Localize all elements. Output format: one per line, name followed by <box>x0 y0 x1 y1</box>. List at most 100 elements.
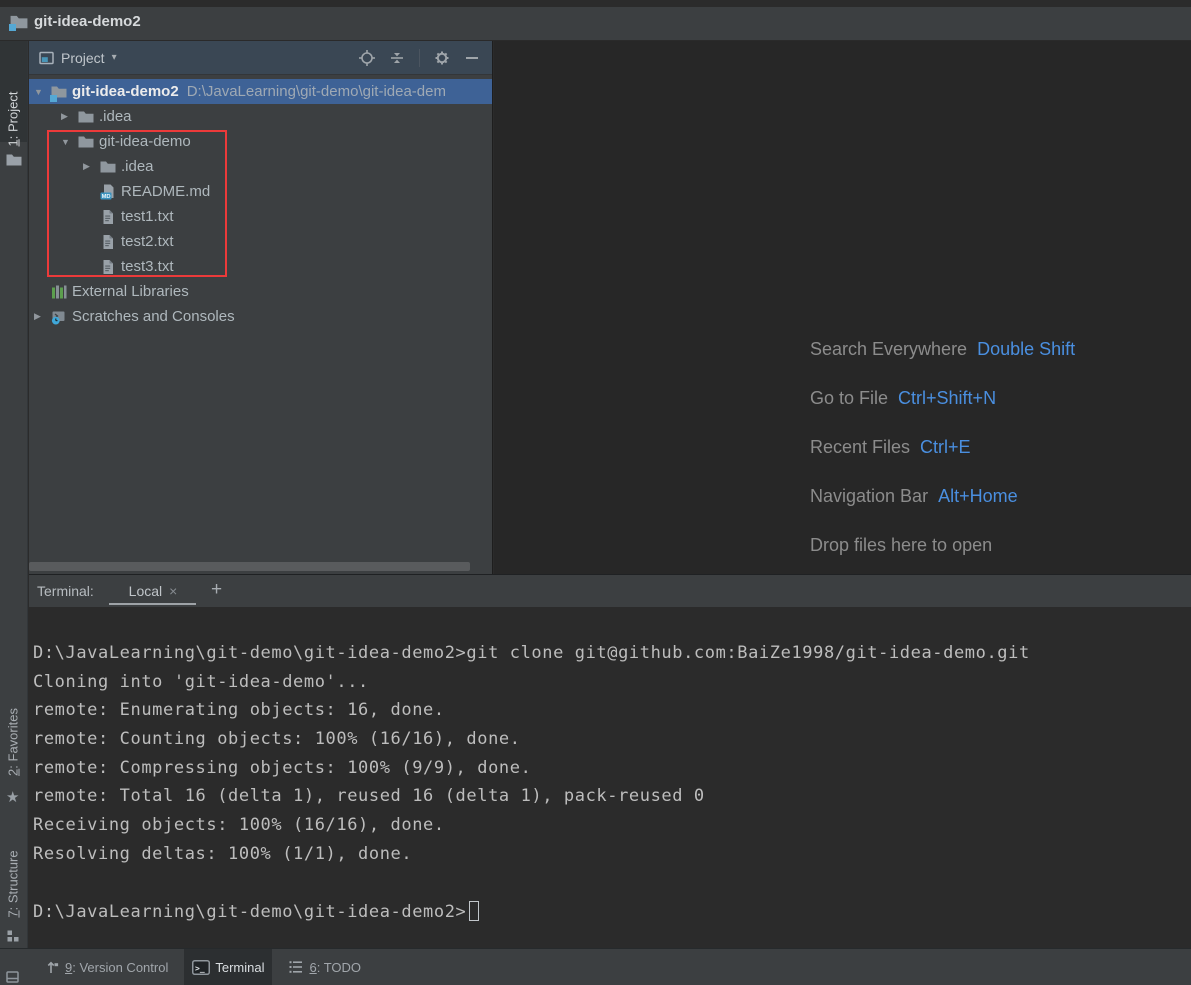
tree-row[interactable]: ▶ Scratches and Consoles <box>29 304 492 329</box>
branch-icon <box>46 959 60 975</box>
window-top-strip <box>0 0 1191 7</box>
terminal-tab-local[interactable]: Local × <box>110 583 196 599</box>
tree-item-label: test1.txt <box>121 208 174 225</box>
text-file-icon <box>100 234 116 250</box>
chevron-collapsed-icon[interactable]: ▶ <box>58 111 78 122</box>
tree-row[interactable]: test3.txt <box>29 254 492 279</box>
terminal-line: Cloning into 'git-idea-demo'... <box>33 672 1191 701</box>
terminal-tab-label: Local <box>129 583 162 599</box>
tool-window-stripe: 1: Project 2: Favorites ★ 7: Structure <box>0 41 28 948</box>
stripe-project-label: 1: Project <box>6 92 21 147</box>
chevron-expanded-icon[interactable]: ▼ <box>31 87 51 97</box>
tree-row[interactable]: test1.txt <box>29 204 492 229</box>
chevron-collapsed-icon[interactable]: ▶ <box>31 311 51 322</box>
tree-row[interactable]: ▶ .idea <box>29 104 492 129</box>
project-badge <box>9 24 16 31</box>
tree-item-label: .idea <box>99 108 132 125</box>
terminal-line: Resolving deltas: 100% (1/1), done. <box>33 844 1191 873</box>
shortcut-hint: Navigation BarAlt+Home <box>810 472 1075 521</box>
editor-shortcut-hints: Search EverywhereDouble Shift Go to File… <box>810 325 1075 570</box>
tree-item-label: test3.txt <box>121 258 174 275</box>
terminal-tab-underline <box>109 603 196 605</box>
project-tool-window: Project ▾ ▼ git-idea-demo2 <box>29 41 493 574</box>
project-folder-icon <box>10 14 28 29</box>
scratches-icon <box>51 309 67 325</box>
terminal-line: remote: Compressing objects: 100% (9/9),… <box>33 758 1191 787</box>
tree-item-label: .idea <box>121 158 154 175</box>
terminal-tab-bar: Terminal: Local × + <box>29 574 1191 607</box>
settings-gear-button[interactable] <box>434 50 450 66</box>
tree-root-path: D:\JavaLearning\git-demo\git-idea-dem <box>187 83 446 100</box>
tree-row[interactable]: External Libraries <box>29 279 492 304</box>
tree-row-root[interactable]: ▼ git-idea-demo2 D:\JavaLearning\git-dem… <box>29 79 492 104</box>
tool-window-icon <box>39 51 54 65</box>
project-tree: ▼ git-idea-demo2 D:\JavaLearning\git-dem… <box>29 79 492 329</box>
svg-text:MD: MD <box>102 194 111 200</box>
tree-item-label: git-idea-demo <box>99 133 191 150</box>
terminal-button-label: Terminal <box>215 960 264 975</box>
tree-item-label: README.md <box>121 183 210 200</box>
chevron-down-icon[interactable]: ▾ <box>112 52 117 63</box>
locate-file-button[interactable] <box>359 50 375 66</box>
project-horizontal-scrollbar[interactable] <box>29 562 470 571</box>
tool-window-switcher-icon[interactable] <box>6 971 19 983</box>
star-icon: ★ <box>6 788 19 806</box>
terminal-prompt-line: D:\JavaLearning\git-demo\git-idea-demo2> <box>33 901 1191 930</box>
toolbar-divider <box>419 49 420 67</box>
close-icon[interactable]: × <box>169 583 177 599</box>
project-panel-header: Project ▾ <box>29 41 492 75</box>
title-bar: git-idea-demo2 <box>0 0 1191 41</box>
tree-item-label: Scratches and Consoles <box>72 308 235 325</box>
structure-icon <box>6 929 20 943</box>
terminal-cursor <box>469 901 479 921</box>
external-libraries-icon <box>51 284 67 300</box>
todo-label: 6: TODO <box>309 960 361 975</box>
project-badge <box>50 95 57 102</box>
shortcut-hint: Search EverywhereDouble Shift <box>810 325 1075 374</box>
text-file-icon <box>100 259 116 275</box>
folder-icon <box>6 153 22 166</box>
chevron-collapsed-icon[interactable]: ▶ <box>80 161 100 172</box>
shortcut-hint: Drop files here to open <box>810 521 1075 570</box>
editor-empty-area: Search EverywhereDouble Shift Go to File… <box>494 41 1191 574</box>
project-folder-icon <box>51 84 67 100</box>
terminal-icon: >_ <box>192 960 210 975</box>
terminal-tool-window: Terminal: Local × + D:\JavaLearning\git-… <box>29 574 1191 948</box>
new-terminal-session-button[interactable]: + <box>211 579 222 601</box>
tree-row[interactable]: test2.txt <box>29 229 492 254</box>
status-button-version-control[interactable]: 9: Version Control <box>38 949 176 985</box>
tree-root-name: git-idea-demo2 <box>72 83 179 100</box>
status-button-terminal[interactable]: >_ Terminal <box>184 949 272 985</box>
terminal-line <box>33 873 1191 902</box>
folder-icon <box>100 159 116 175</box>
collapse-all-button[interactable] <box>389 50 405 66</box>
text-file-icon <box>100 209 116 225</box>
tree-item-label: External Libraries <box>72 283 189 300</box>
tree-row[interactable]: ▶ .idea <box>29 154 492 179</box>
tree-row[interactable]: MD README.md <box>29 179 492 204</box>
terminal-line: remote: Total 16 (delta 1), reused 16 (d… <box>33 786 1191 815</box>
hide-panel-button[interactable] <box>464 50 480 66</box>
shortcut-hint: Go to FileCtrl+Shift+N <box>810 374 1075 423</box>
terminal-panel-label: Terminal: <box>37 583 94 599</box>
shortcut-hint: Recent FilesCtrl+E <box>810 423 1075 472</box>
tree-item-label: test2.txt <box>121 233 174 250</box>
svg-text:>_: >_ <box>195 964 205 973</box>
tool-window-bottom-bar: 9: Version Control >_ Terminal 6: TODO <box>0 948 1191 985</box>
terminal-line: D:\JavaLearning\git-demo\git-idea-demo2>… <box>33 643 1191 672</box>
terminal-output[interactable]: D:\JavaLearning\git-demo\git-idea-demo2>… <box>29 607 1191 948</box>
folder-icon <box>78 134 94 150</box>
tree-row[interactable]: ▼ git-idea-demo <box>29 129 492 154</box>
folder-icon <box>78 109 94 125</box>
markdown-file-icon: MD <box>100 184 116 200</box>
stripe-structure-label: 7: Structure <box>6 850 21 917</box>
status-button-todo[interactable]: 6: TODO <box>280 949 369 985</box>
todo-list-icon <box>288 959 304 975</box>
chevron-expanded-icon[interactable]: ▼ <box>58 137 78 147</box>
terminal-line: remote: Enumerating objects: 16, done. <box>33 700 1191 729</box>
terminal-line: remote: Counting objects: 100% (16/16), … <box>33 729 1191 758</box>
project-panel-title[interactable]: Project <box>61 50 105 66</box>
version-control-label: 9: Version Control <box>65 960 168 975</box>
stripe-favorites-label: 2: Favorites <box>6 708 21 776</box>
window-title: git-idea-demo2 <box>34 13 141 30</box>
